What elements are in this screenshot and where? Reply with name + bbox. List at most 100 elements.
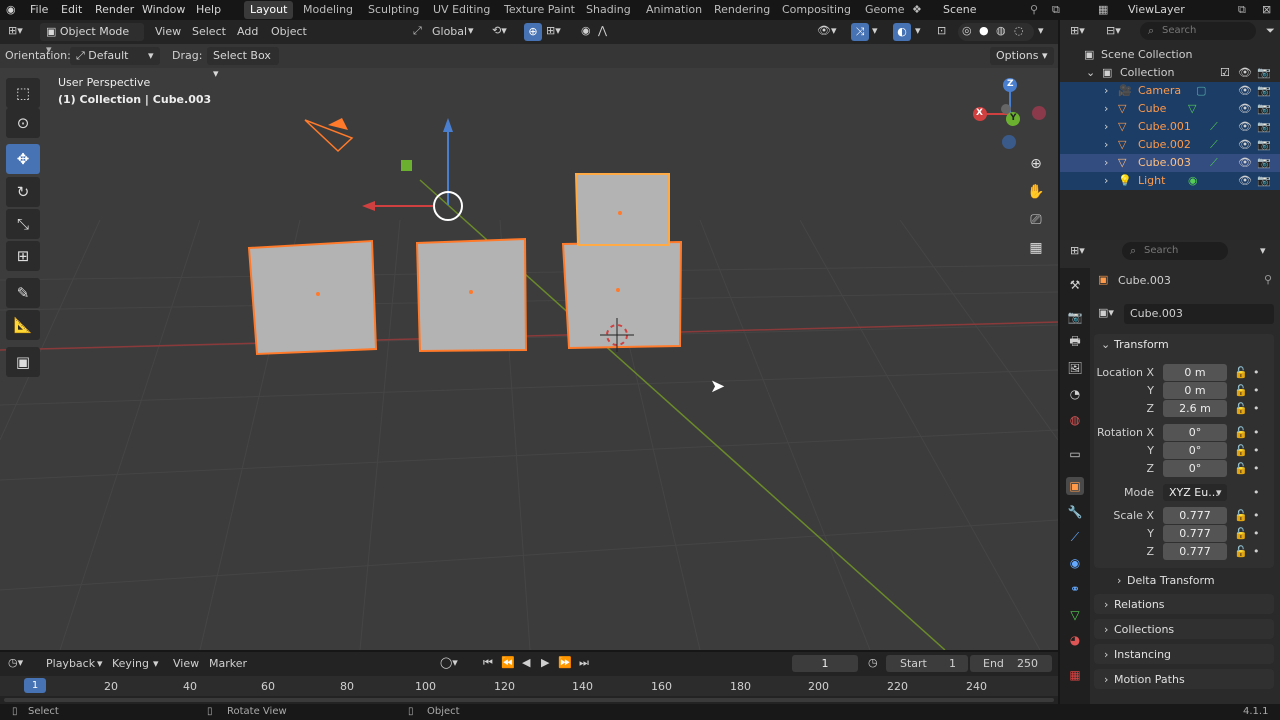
rendered-shading-icon[interactable]: ◌: [1014, 24, 1024, 37]
timeline-scrollbar[interactable]: [4, 698, 1054, 702]
keyframe-dot-icon[interactable]: •: [1253, 426, 1260, 439]
falloff-icon[interactable]: ⋀: [598, 24, 607, 37]
outliner-row-cube-001[interactable]: › ▽ Cube.001 ⟋ 👁 📷: [1060, 118, 1280, 136]
pan-hand-icon[interactable]: ✋: [1024, 180, 1048, 204]
particles-tab-icon[interactable]: ⟋: [1066, 528, 1084, 546]
camera-render-icon[interactable]: 📷: [1257, 136, 1271, 154]
mesh-data-icon[interactable]: ⟋: [1210, 154, 1218, 172]
chevron-down-icon[interactable]: ⌄: [1086, 64, 1095, 82]
lock-icon[interactable]: 🔓: [1234, 444, 1248, 457]
render-tab-icon[interactable]: 📷: [1066, 308, 1084, 326]
chevron-right-icon[interactable]: ›: [1104, 100, 1108, 118]
move-tool-icon[interactable]: ✥: [6, 144, 40, 174]
playhead-frame[interactable]: 1: [24, 678, 46, 693]
gizmo-y-label[interactable]: Y: [1010, 113, 1017, 123]
timeline-view-menu[interactable]: View: [173, 657, 199, 670]
keying-menu[interactable]: Keying: [112, 657, 149, 670]
collection-tab-icon[interactable]: ▭: [1066, 445, 1084, 463]
camera-render-icon[interactable]: 📷: [1257, 118, 1271, 136]
workspace-tab-sculpting[interactable]: Sculpting: [368, 3, 419, 16]
properties-editor-type-icon[interactable]: ⊞▾: [1070, 244, 1085, 257]
zoom-icon[interactable]: ⊕: [1024, 152, 1048, 176]
camera-render-icon[interactable]: 📷: [1257, 100, 1271, 118]
rotation-y-field[interactable]: 0°: [1163, 442, 1227, 459]
eye-icon[interactable]: 👁: [1238, 100, 1252, 118]
keyframe-dot-icon[interactable]: •: [1253, 545, 1260, 558]
annotate-tool-icon[interactable]: ✎: [6, 278, 40, 308]
workspace-tab-rendering[interactable]: Rendering: [714, 3, 770, 16]
transform-header[interactable]: Transform: [1114, 338, 1169, 351]
workspace-tab-geometry[interactable]: Geome: [865, 3, 905, 16]
camera-data-icon[interactable]: ▢: [1196, 82, 1206, 100]
editor-type-icon[interactable]: ⊞▾: [8, 24, 23, 37]
menu-edit[interactable]: Edit: [61, 3, 82, 16]
blender-logo-icon[interactable]: ◉: [6, 3, 16, 16]
exclude-checkbox-icon[interactable]: ☑: [1220, 64, 1230, 82]
lock-icon[interactable]: 🔓: [1234, 509, 1248, 522]
menu-help[interactable]: Help: [196, 3, 221, 16]
orientation-dropdown[interactable]: ⤢ Default: [70, 47, 160, 65]
drag-dropdown[interactable]: Select Box ▾: [207, 47, 279, 80]
eye-icon[interactable]: 👁: [1238, 82, 1252, 100]
constraints-tab-icon[interactable]: ⚭: [1066, 580, 1084, 598]
object-datablock-icon[interactable]: ▣▾: [1098, 306, 1114, 319]
scale-x-field[interactable]: 0.777: [1163, 507, 1227, 524]
outliner-row-cube-002[interactable]: › ▽ Cube.002 ⟋ 👁 📷: [1060, 136, 1280, 154]
play-reverse-icon[interactable]: ◀: [522, 656, 530, 669]
snap-toggle-icon[interactable]: ⊕: [524, 23, 542, 41]
perspective-toggle-icon[interactable]: ▦: [1024, 236, 1048, 260]
location-y-field[interactable]: 0 m: [1163, 382, 1227, 399]
keyframe-dot-icon[interactable]: •: [1253, 444, 1260, 457]
xray-toggle-icon[interactable]: ⊡: [937, 24, 946, 37]
snap-target-icon[interactable]: ⊞▾: [546, 24, 561, 37]
workspace-tab-uv-editing[interactable]: UV Editing: [433, 3, 490, 16]
view-layer-name[interactable]: ViewLayer: [1128, 3, 1185, 16]
gizmo-z-label[interactable]: Z: [1007, 79, 1014, 89]
keyframe-dot-icon[interactable]: •: [1253, 402, 1260, 415]
playback-menu[interactable]: Playback: [46, 657, 95, 670]
3d-viewport[interactable]: User Perspective (1) Collection | Cube.0…: [0, 20, 1058, 650]
outliner-row-collection[interactable]: ⌄ ▣ Collection ☑ 👁 📷: [1060, 64, 1280, 82]
mesh-data-icon[interactable]: ⟋: [1210, 136, 1218, 154]
proportional-edit-icon[interactable]: ◉: [581, 24, 591, 37]
solid-shading-icon[interactable]: ●: [979, 24, 989, 37]
scale-tool-icon[interactable]: ⤡: [6, 209, 40, 239]
add-cube-tool-icon[interactable]: ▣: [6, 347, 40, 377]
outliner-editor-type-icon[interactable]: ⊞▾: [1070, 24, 1085, 37]
chevron-right-icon[interactable]: ›: [1104, 136, 1108, 154]
workspace-tab-texture-paint[interactable]: Texture Paint: [504, 3, 575, 16]
remove-view-layer-icon[interactable]: ⊠: [1262, 3, 1271, 16]
workspace-tab-animation[interactable]: Animation: [646, 3, 702, 16]
visibility-dropdown-icon[interactable]: 👁▾: [817, 24, 837, 37]
motion-paths-header[interactable]: Motion Paths: [1114, 673, 1185, 686]
chevron-right-icon[interactable]: ›: [1104, 172, 1108, 190]
mesh-data-icon[interactable]: ⟋: [1210, 118, 1218, 136]
outliner-row-cube-003[interactable]: › ▽ Cube.003 ⟋ 👁 📷: [1060, 154, 1280, 172]
outliner-row-camera[interactable]: › 🎥 Camera ▢ 👁 📷: [1060, 82, 1280, 100]
gizmo-toggle-icon[interactable]: ⤨: [851, 23, 869, 41]
workspace-tab-compositing[interactable]: Compositing: [782, 3, 851, 16]
camera-render-icon[interactable]: 📷: [1257, 172, 1271, 190]
workspace-tab-modeling[interactable]: Modeling: [303, 3, 353, 16]
chevron-down-icon[interactable]: ▾: [1260, 244, 1266, 257]
chevron-right-icon[interactable]: ›: [1104, 154, 1108, 172]
light-data-icon[interactable]: ◉: [1188, 172, 1198, 190]
lock-icon[interactable]: 🔓: [1234, 462, 1248, 475]
eye-icon[interactable]: 👁: [1238, 136, 1252, 154]
menu-file[interactable]: File: [30, 3, 48, 16]
new-view-layer-icon[interactable]: ⧉: [1238, 3, 1246, 17]
object-tab-icon[interactable]: ▣: [1066, 477, 1084, 495]
lock-icon[interactable]: 🔓: [1234, 426, 1248, 439]
menu-add[interactable]: Add: [237, 25, 258, 38]
wireframe-shading-icon[interactable]: ◎: [962, 24, 972, 37]
overlays-toggle-icon[interactable]: ◐: [893, 23, 911, 41]
workspace-tab-shading[interactable]: Shading: [586, 3, 631, 16]
outliner-search-input[interactable]: Search: [1140, 22, 1256, 40]
camera-render-icon[interactable]: 📷: [1257, 64, 1271, 82]
collections-header[interactable]: Collections: [1114, 623, 1174, 636]
rotate-tool-icon[interactable]: ↻: [6, 177, 40, 207]
menu-window[interactable]: Window: [142, 3, 185, 16]
rotation-z-field[interactable]: 0°: [1163, 460, 1227, 477]
object-name-field[interactable]: Cube.003: [1124, 304, 1274, 324]
eye-icon[interactable]: 👁: [1238, 64, 1252, 82]
